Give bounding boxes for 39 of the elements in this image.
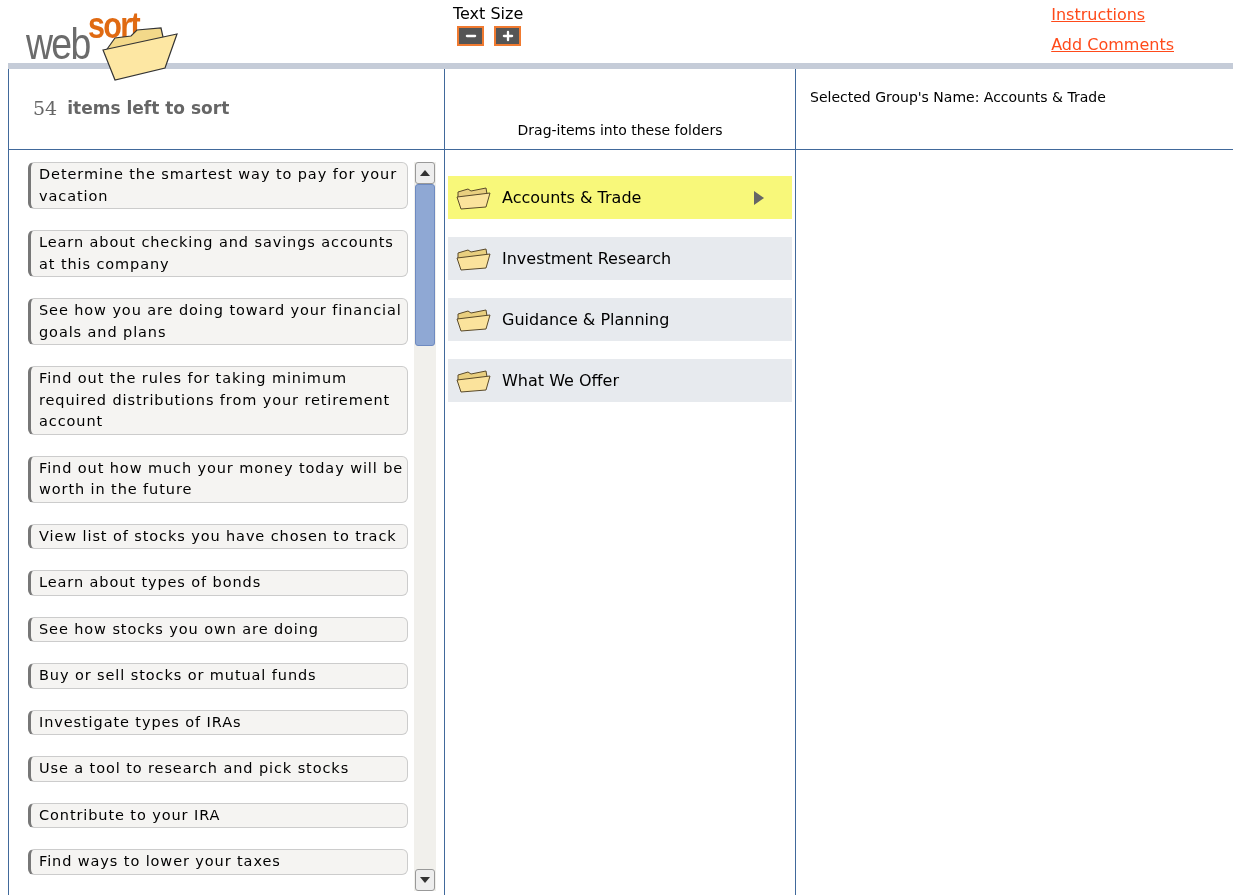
folders-header: Drag-items into these folders	[517, 121, 723, 140]
folder-row[interactable]: What We Offer	[448, 359, 792, 402]
folder-name: Guidance & Planning	[502, 308, 671, 331]
folder-icon	[456, 185, 492, 210]
sort-item-card[interactable]: Use a tool to research and pick stocks	[28, 756, 408, 782]
sort-item-card[interactable]: Investigate types of IRAs	[28, 709, 408, 735]
sort-item-card[interactable]: Learn about checking and savings accounts at this company	[28, 230, 408, 277]
folder-row[interactable]: Investment Research	[448, 237, 792, 280]
scroll-thumb[interactable]	[415, 184, 435, 346]
scroll-down-icon[interactable]	[415, 869, 435, 891]
folder-name: What We Offer	[502, 369, 620, 392]
sort-item-card[interactable]: Buy or sell stocks or mutual funds	[28, 663, 408, 689]
folder-icon	[456, 246, 492, 271]
sort-item-card[interactable]: See how you are doing toward your financial goals and plans	[28, 298, 408, 345]
logo-text: web	[26, 22, 90, 66]
text-size-label: Text Size	[453, 4, 524, 24]
folder-row[interactable]: Guidance & Planning	[448, 298, 792, 341]
items-left-label: items left to sort	[67, 96, 230, 120]
selected-group-name: Selected Group's Name: Accounts & Trade	[810, 89, 1106, 105]
sort-item-card[interactable]: Learn about types of bonds	[28, 570, 408, 596]
sort-item-card[interactable]: Find ways to lower your taxes	[28, 849, 408, 875]
sort-item-card[interactable]: Contribute to your IRA	[28, 802, 408, 828]
scrollbar[interactable]	[414, 162, 436, 891]
plus-icon	[500, 29, 515, 43]
folder-name: Investment Research	[502, 247, 673, 270]
sort-item-card[interactable]: Find out how much your money today will be worth in the future	[28, 455, 408, 503]
folder-icon	[456, 307, 492, 332]
folder-name: Accounts & Trade	[502, 186, 643, 209]
sort-item-card[interactable]: View list of stocks you have chosen to track	[28, 523, 408, 549]
items-left-count: 54	[33, 96, 58, 122]
increase-text-size-button[interactable]	[494, 26, 521, 46]
sort-item-card[interactable]: Determine the smartest way to pay for your vacation	[28, 162, 408, 209]
decrease-text-size-button[interactable]	[457, 26, 484, 46]
sort-item-card[interactable]: Find out the rules for taking minimum required distributions from your retirement account	[28, 366, 408, 435]
play-icon	[754, 190, 764, 205]
folder-icon	[456, 368, 492, 393]
sort-item-card[interactable]: See how stocks you own are doing	[28, 616, 408, 642]
scroll-up-icon[interactable]	[415, 162, 435, 184]
folder-row[interactable]: Accounts & Trade	[448, 176, 792, 219]
